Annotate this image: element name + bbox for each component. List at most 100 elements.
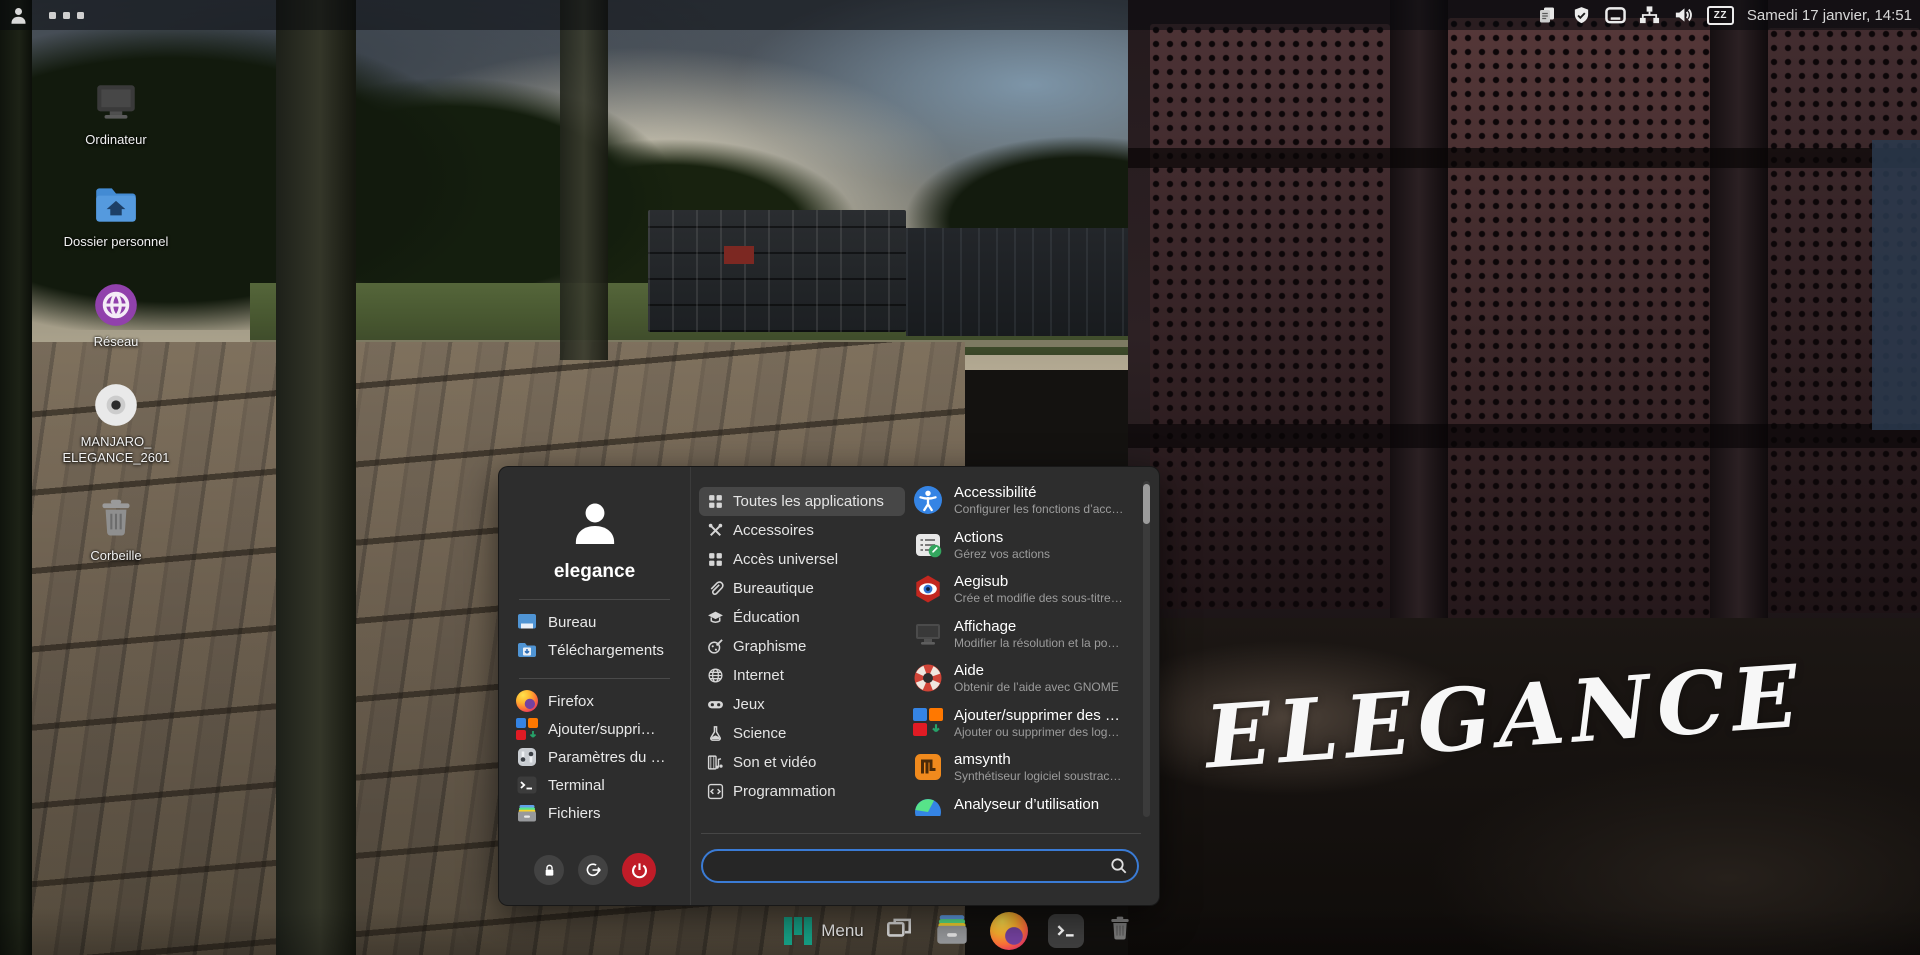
dock-files-icon[interactable] — [934, 911, 970, 952]
category-son-et-video[interactable]: Son et vidéo — [699, 748, 905, 777]
dock-trash-icon[interactable] — [1104, 913, 1136, 950]
app-item-accessibilite[interactable]: Accessibilité Configurer les fonctions d… — [913, 485, 1133, 515]
menu-button[interactable]: Menu — [784, 917, 864, 945]
film-music-icon — [707, 754, 724, 771]
terminal-icon — [516, 774, 538, 796]
favorite-label: Paramètres du … — [548, 749, 666, 766]
app-name: Actions — [954, 530, 1050, 546]
window-list-icon[interactable] — [884, 915, 914, 948]
search-input[interactable] — [701, 849, 1139, 883]
favorite-item-terminal[interactable]: Terminal — [499, 771, 690, 799]
app-list-scrollbar[interactable] — [1143, 481, 1150, 817]
app-item-affichage[interactable]: Affichage Modifier la résolution et la p… — [913, 619, 1133, 649]
desktop-icon-computer[interactable]: Ordinateur — [58, 78, 174, 180]
category-jeux[interactable]: Jeux — [699, 690, 905, 719]
place-item-telechargements[interactable]: Téléchargements — [499, 636, 690, 664]
category-accessoires[interactable]: Accessoires — [699, 516, 905, 545]
wallpaper-post-left — [276, 0, 356, 955]
app-item-ajouter-supprimer[interactable]: Ajouter/supprimer des … Ajouter ou suppr… — [913, 708, 1133, 738]
favorite-item-firefox[interactable]: Firefox — [499, 687, 690, 715]
app-description: Crée et modifie des sous-titre… — [954, 591, 1123, 605]
session-buttons — [499, 853, 691, 887]
desktop-icon-home-folder[interactable]: Dossier personnel — [58, 180, 174, 280]
scrollbar-thumb[interactable] — [1143, 484, 1150, 524]
favorite-label: Firefox — [548, 693, 594, 710]
top-panel-left — [0, 5, 84, 25]
globe-icon — [707, 667, 724, 684]
category-science[interactable]: Science — [699, 719, 905, 748]
favorite-label: Terminal — [548, 777, 605, 794]
firefox-icon — [516, 690, 538, 712]
category-programmation[interactable]: Programmation — [699, 777, 905, 806]
panel-clock[interactable]: Samedi 17 janvier, 14:51 — [1747, 7, 1912, 24]
screensaver-zz-icon[interactable]: ZZ — [1707, 6, 1734, 25]
actions-icon — [913, 530, 943, 560]
app-text: Aegisub Crée et modifie des sous-titre… — [954, 574, 1123, 604]
app-description: Obtenir de l’aide avec GNOME — [954, 680, 1119, 694]
desktop-icon-trash[interactable]: Corbeille — [58, 494, 174, 594]
desktop-icon-network[interactable]: MANJARO_ ELEGANCE_2601 Réseau — [58, 280, 174, 380]
separator — [519, 599, 670, 600]
category-all-applications[interactable]: Toutes les applications — [699, 487, 905, 516]
bottom-panel: Menu — [0, 907, 1920, 955]
favorite-item-settings[interactable]: Paramètres du … — [499, 743, 690, 771]
wallpaper-blue-structure — [1872, 140, 1920, 430]
workspace-dots-icon[interactable] — [49, 12, 84, 19]
display-app-icon — [913, 619, 943, 649]
network-globe-icon — [91, 280, 141, 330]
separator — [519, 678, 670, 679]
dock-firefox-icon[interactable] — [990, 912, 1028, 950]
category-internet[interactable]: Internet — [699, 661, 905, 690]
wallpaper-post-center — [560, 0, 608, 360]
grid-icon — [707, 493, 724, 510]
app-item-actions[interactable]: Actions Gérez vos actions — [913, 530, 1133, 560]
app-text: Analyseur d’utilisation — [954, 797, 1099, 817]
category-bureautique[interactable]: Bureautique — [699, 574, 905, 603]
app-description: Modifier la résolution et la po… — [954, 636, 1119, 650]
category-label: Graphisme — [733, 638, 806, 655]
logout-button[interactable] — [578, 855, 608, 885]
wallpaper-perforated-panel — [1150, 24, 1390, 609]
favorite-item-files[interactable]: Fichiers — [499, 799, 690, 827]
clipboard-notes-icon[interactable] — [1537, 5, 1558, 25]
category-graphisme[interactable]: Graphisme — [699, 632, 905, 661]
category-education[interactable]: Éducation — [699, 603, 905, 632]
app-item-aegisub[interactable]: Aegisub Crée et modifie des sous-titre… — [913, 574, 1133, 604]
category-label: Science — [733, 725, 786, 742]
graduation-cap-icon — [707, 609, 724, 626]
place-item-bureau[interactable]: Bureau — [499, 608, 690, 636]
file-manager-icon — [516, 802, 538, 824]
wallpaper-stage-screen — [724, 246, 754, 264]
category-label: Programmation — [733, 783, 836, 800]
desktop-icon-iso-disc[interactable]: MANJARO_ ELEGANCE_2601 — [58, 380, 174, 494]
user-avatar[interactable] — [499, 495, 690, 549]
app-item-aide[interactable]: Aide Obtenir de l’aide avec GNOME — [913, 663, 1133, 693]
menu-button-label: Menu — [821, 921, 864, 941]
user-icon[interactable] — [8, 5, 29, 25]
logout-icon — [584, 861, 602, 879]
add-remove-software-icon — [913, 708, 943, 736]
app-text: Aide Obtenir de l’aide avec GNOME — [954, 663, 1119, 693]
shield-check-icon[interactable] — [1571, 5, 1592, 25]
wallpaper-beam — [1128, 148, 1920, 168]
network-icon[interactable] — [1639, 5, 1660, 25]
category-label: Accès universel — [733, 551, 838, 568]
dock-terminal-icon[interactable] — [1048, 914, 1084, 948]
aegisub-icon — [913, 574, 943, 604]
app-item-amsynth[interactable]: amsynth Synthétiseur logiciel soustrac… — [913, 752, 1133, 782]
volume-icon[interactable] — [1673, 5, 1694, 25]
home-folder-icon — [91, 180, 141, 230]
app-item-analyseur[interactable]: Analyseur d’utilisation — [913, 797, 1133, 817]
category-acces-universel[interactable]: Accès universel — [699, 545, 905, 574]
desktop-place-icon — [516, 611, 538, 633]
gamepad-icon — [707, 696, 724, 713]
wallpaper-tree-trunk — [0, 0, 32, 955]
wallpaper-beam — [1390, 0, 1448, 650]
category-label: Son et vidéo — [733, 754, 816, 771]
lock-button[interactable] — [534, 855, 564, 885]
favorite-item-add-remove[interactable]: Ajouter/suppri… — [499, 715, 690, 743]
favorite-label: Fichiers — [548, 805, 601, 822]
power-button[interactable] — [622, 853, 656, 887]
display-settings-icon[interactable] — [1605, 5, 1626, 25]
accessibility-icon — [913, 485, 943, 515]
